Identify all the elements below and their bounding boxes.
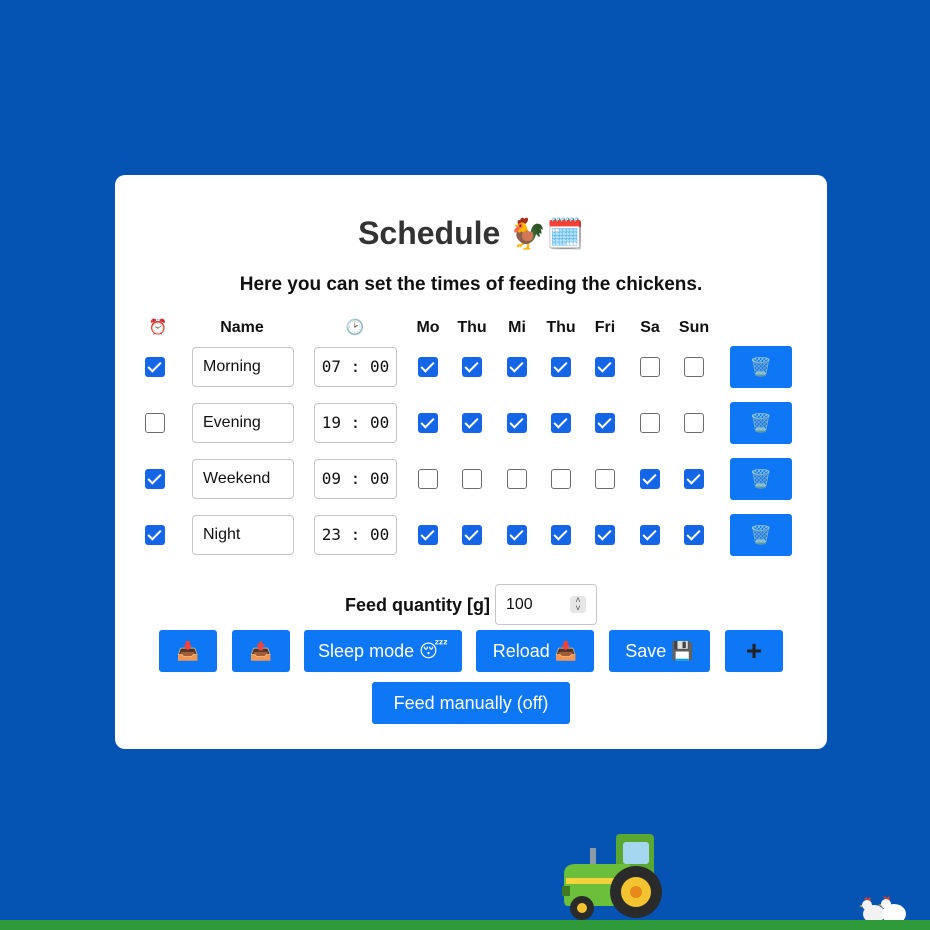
- day-checkbox-tu[interactable]: [462, 357, 482, 377]
- day-checkbox-su[interactable]: [684, 469, 704, 489]
- quantity-stepper[interactable]: ˄ ˅: [570, 596, 586, 613]
- time-input[interactable]: 19 : 00: [314, 403, 397, 443]
- enabled-checkbox[interactable]: [145, 469, 165, 489]
- time-input[interactable]: 09 : 00: [314, 459, 397, 499]
- day-checkbox-mo[interactable]: [418, 469, 438, 489]
- page-title: Schedule 🐓🗓️: [115, 215, 827, 252]
- delete-button[interactable]: 🗑️: [730, 346, 792, 388]
- day-checkbox-fr[interactable]: [595, 469, 615, 489]
- delete-button[interactable]: 🗑️: [730, 514, 792, 556]
- day-checkbox-th[interactable]: [551, 525, 571, 545]
- schedule-row: Morning 07 : 00 🗑️: [115, 346, 827, 388]
- day-checkbox-fr[interactable]: [595, 357, 615, 377]
- schedule-row: Weekend 09 : 00 🗑️: [115, 458, 827, 500]
- schedule-name-input[interactable]: Morning: [192, 347, 294, 387]
- grass-strip: [0, 920, 930, 930]
- header-day-fr: Fri: [594, 319, 616, 336]
- upload-icon: 📤: [249, 640, 273, 661]
- time-hour: 09: [321, 469, 342, 488]
- day-checkbox-mo[interactable]: [418, 525, 438, 545]
- time-hour: 19: [321, 413, 342, 432]
- schedule-card: Schedule 🐓🗓️ Here you can set the times …: [115, 175, 827, 749]
- time-separator: :: [341, 413, 370, 432]
- day-checkbox-mo[interactable]: [418, 357, 438, 377]
- time-minute: 00: [369, 469, 390, 488]
- delete-button[interactable]: 🗑️: [730, 458, 792, 500]
- day-checkbox-fr[interactable]: [595, 525, 615, 545]
- time-hour: 07: [321, 357, 342, 376]
- schedule-name-input[interactable]: Evening: [192, 403, 294, 443]
- day-checkbox-su[interactable]: [684, 525, 704, 545]
- title-text: Schedule: [358, 215, 501, 251]
- header-day-sa: Sa: [640, 319, 660, 336]
- download-icon: 📥: [176, 640, 200, 661]
- add-button[interactable]: +: [725, 630, 783, 672]
- feed-manually-button[interactable]: Feed manually (off): [372, 682, 570, 724]
- day-checkbox-we[interactable]: [507, 525, 527, 545]
- day-checkbox-sa[interactable]: [640, 413, 660, 433]
- header-name: Name: [220, 319, 264, 336]
- schedule-name-input[interactable]: Weekend: [192, 459, 294, 499]
- time-input[interactable]: 07 : 00: [314, 347, 397, 387]
- time-minute: 00: [369, 413, 390, 432]
- trash-icon: 🗑️: [749, 412, 773, 433]
- day-checkbox-sa[interactable]: [640, 525, 660, 545]
- schedule-name-input[interactable]: Night: [192, 515, 294, 555]
- day-checkbox-we[interactable]: [507, 357, 527, 377]
- clock-icon: 🕑: [345, 319, 365, 336]
- trash-icon: 🗑️: [749, 468, 773, 489]
- time-separator: :: [341, 469, 370, 488]
- upload-button[interactable]: 📤: [232, 630, 290, 672]
- day-checkbox-th[interactable]: [551, 413, 571, 433]
- header-day-we: Mi: [508, 319, 526, 336]
- day-checkbox-th[interactable]: [551, 357, 571, 377]
- day-checkbox-th[interactable]: [551, 469, 571, 489]
- time-hour: 23: [321, 525, 342, 544]
- reload-button[interactable]: Reload 📥: [476, 630, 594, 672]
- day-checkbox-sa[interactable]: [640, 357, 660, 377]
- day-checkbox-we[interactable]: [507, 413, 527, 433]
- enabled-checkbox[interactable]: [145, 525, 165, 545]
- time-input[interactable]: 23 : 00: [314, 515, 397, 555]
- chicken-calendar-icon: 🐓🗓️: [509, 218, 584, 251]
- schedule-row: Evening 19 : 00 🗑️: [115, 402, 827, 444]
- time-minute: 00: [369, 525, 390, 544]
- header-day-su: Sun: [678, 319, 710, 336]
- header-day-th: Thu: [546, 319, 576, 336]
- day-checkbox-su[interactable]: [684, 413, 704, 433]
- enabled-checkbox[interactable]: [145, 357, 165, 377]
- time-separator: :: [341, 525, 370, 544]
- time-minute: 00: [369, 357, 390, 376]
- day-checkbox-su[interactable]: [684, 357, 704, 377]
- schedule-row: Night 23 : 00 🗑️: [115, 514, 827, 556]
- trash-icon: 🗑️: [749, 356, 773, 377]
- enabled-checkbox[interactable]: [145, 413, 165, 433]
- sleep-mode-button[interactable]: Sleep mode 😴: [304, 630, 462, 672]
- day-checkbox-tu[interactable]: [462, 469, 482, 489]
- download-button[interactable]: 📥: [159, 630, 217, 672]
- alarm-clock-icon: ⏰: [148, 319, 168, 336]
- page-subtitle: Here you can set the times of feeding th…: [239, 274, 703, 295]
- day-checkbox-mo[interactable]: [418, 413, 438, 433]
- feed-quantity-input[interactable]: 100 ˄ ˅: [495, 584, 597, 625]
- tractor-icon: [562, 834, 662, 920]
- delete-button[interactable]: 🗑️: [730, 402, 792, 444]
- feed-quantity-value: 100: [506, 596, 533, 613]
- time-separator: :: [341, 357, 370, 376]
- day-checkbox-fr[interactable]: [595, 413, 615, 433]
- day-checkbox-tu[interactable]: [462, 413, 482, 433]
- feed-quantity-label: Feed quantity [g]: [345, 595, 490, 615]
- day-checkbox-tu[interactable]: [462, 525, 482, 545]
- day-checkbox-we[interactable]: [507, 469, 527, 489]
- header-day-mo: Mo: [416, 319, 440, 336]
- day-checkbox-sa[interactable]: [640, 469, 660, 489]
- trash-icon: 🗑️: [749, 524, 773, 545]
- save-button[interactable]: Save 💾: [609, 630, 710, 672]
- header-day-tu: Thu: [457, 319, 487, 336]
